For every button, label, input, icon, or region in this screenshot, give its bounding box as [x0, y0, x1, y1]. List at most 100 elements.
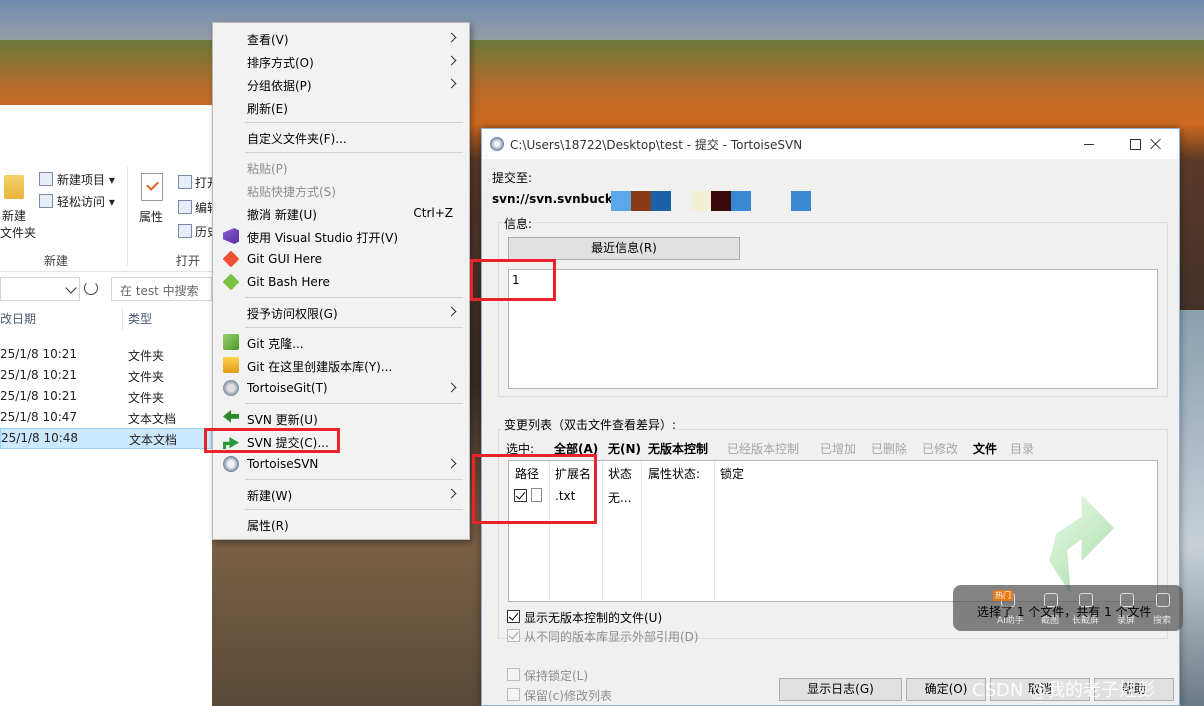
- menu-item-svn-update[interactable]: SVN 更新(U): [215, 407, 467, 429]
- menu-separator: [245, 479, 463, 480]
- column-divider[interactable]: [122, 308, 123, 330]
- open-icon: [178, 175, 192, 189]
- tortoisesvn-icon: [490, 137, 504, 151]
- properties-check-icon: [141, 173, 163, 201]
- address-bar[interactable]: [0, 277, 80, 301]
- column-divider[interactable]: [641, 461, 642, 601]
- show-externals-label: 从不同的版本库显示外部引用(D): [524, 630, 699, 644]
- menu-item-new[interactable]: 新建(W): [215, 483, 467, 505]
- minimize-button[interactable]: [1066, 129, 1112, 159]
- context-menu: 查看(V) 排序方式(O) 分组依据(P) 刷新(E) 自定义文件夹(F)...…: [212, 22, 470, 540]
- chevron-right-icon: [446, 32, 457, 43]
- visual-studio-icon: [223, 228, 239, 244]
- table-row[interactable]: 25/1/8 10:21 文件夹: [0, 344, 212, 365]
- redacted-url-block: [791, 191, 811, 211]
- filter-deleted[interactable]: 已删除: [871, 440, 907, 457]
- menu-item-sort[interactable]: 排序方式(O): [215, 50, 467, 72]
- new-folder-button[interactable]: 新建: [2, 207, 26, 224]
- column-property-status[interactable]: 属性状态:: [648, 465, 700, 482]
- filter-versioned[interactable]: 已经版本控制: [727, 440, 799, 457]
- show-externals-checkbox: [507, 629, 520, 642]
- column-divider[interactable]: [714, 461, 715, 601]
- keep-changelists-label: 保留(c)修改列表: [524, 689, 612, 703]
- filter-unversioned[interactable]: 无版本控制: [648, 440, 708, 457]
- filter-modified[interactable]: 已修改: [922, 440, 958, 457]
- svn-update-icon: [223, 410, 239, 423]
- menu-item-git-bash[interactable]: Git Bash Here: [215, 271, 467, 293]
- file-status: 无...: [608, 491, 632, 505]
- highlight-file-box: [472, 454, 597, 524]
- chevron-right-icon: [446, 306, 457, 317]
- easy-access-button[interactable]: 轻松访问 ▾: [57, 193, 115, 210]
- column-divider[interactable]: [602, 461, 603, 601]
- close-button[interactable]: [1133, 129, 1179, 159]
- column-status[interactable]: 状态: [608, 465, 632, 482]
- show-unversioned-label[interactable]: 显示无版本控制的文件(U): [524, 609, 662, 626]
- table-row-selected[interactable]: 25/1/8 10:48 文本文档: [0, 428, 212, 449]
- git-create-repo-icon: [223, 357, 239, 373]
- keep-locks-label: 保持锁定(L): [524, 669, 589, 683]
- chevron-right-icon: [446, 488, 457, 499]
- filter-files[interactable]: 文件: [973, 440, 997, 457]
- chevron-right-icon: [446, 78, 457, 89]
- search-icon[interactable]: [1156, 593, 1170, 607]
- table-row[interactable]: 25/1/8 10:21 文件夹: [0, 386, 212, 407]
- refresh-icon[interactable]: [84, 281, 98, 295]
- git-bash-icon: [222, 273, 240, 291]
- column-lock[interactable]: 锁定: [720, 465, 744, 482]
- commit-message-textarea[interactable]: 1: [508, 269, 1158, 389]
- new-item-button[interactable]: 新建项目 ▾: [57, 171, 115, 188]
- menu-item-tortoisesvn[interactable]: TortoiseSVN: [215, 453, 467, 475]
- menu-item-paste: 粘贴(P): [247, 162, 288, 176]
- new-folder-button-line2[interactable]: 文件夹: [0, 224, 36, 241]
- menu-item-properties[interactable]: 属性(R): [215, 513, 467, 535]
- message-label: 信息:: [502, 215, 535, 232]
- menu-item-git-gui[interactable]: Git GUI Here: [215, 248, 467, 270]
- show-unversioned-checkbox[interactable]: [507, 610, 520, 623]
- chevron-right-icon: [446, 55, 457, 66]
- menu-item-view[interactable]: 查看(V): [215, 27, 467, 49]
- table-row[interactable]: 25/1/8 10:21 文件夹: [0, 365, 212, 386]
- properties-button[interactable]: 属性: [139, 208, 163, 225]
- history-icon: [178, 224, 192, 238]
- ribbon-group-new: 新建: [44, 254, 69, 268]
- column-type[interactable]: 类型: [128, 310, 152, 327]
- highlight-message-box: [470, 259, 556, 301]
- menu-item-git-clone[interactable]: Git 克隆...: [215, 331, 467, 353]
- table-row[interactable]: 25/1/8 10:47 文本文档: [0, 407, 212, 428]
- dialog-titlebar[interactable]: C:\Users\18722\Desktop\test - 提交 - Torto…: [482, 129, 1179, 159]
- menu-item-tortoisegit[interactable]: TortoiseGit(T): [215, 377, 467, 399]
- ribbon-divider: [127, 167, 128, 265]
- highlight-svn-commit-box: [204, 428, 340, 453]
- recent-messages-button[interactable]: 最近信息(R): [508, 237, 740, 260]
- menu-item-paste-shortcut: 粘贴快捷方式(S): [247, 185, 336, 199]
- menu-item-customize-folder[interactable]: 自定义文件夹(F)...: [215, 126, 467, 148]
- menu-item-grant-access[interactable]: 授予访问权限(G): [215, 301, 467, 323]
- menu-item-open-visual-studio[interactable]: 使用 Visual Studio 打开(V): [215, 225, 467, 247]
- hot-badge: 热门: [993, 590, 1013, 601]
- filter-directories[interactable]: 目录: [1010, 440, 1034, 457]
- dialog-title: C:\Users\18722\Desktop\test - 提交 - Torto…: [510, 138, 803, 152]
- tool-search[interactable]: 搜索: [1153, 613, 1171, 626]
- git-gui-icon: [222, 250, 240, 268]
- show-log-button[interactable]: 显示日志(G): [779, 678, 902, 701]
- explorer-ribbon: 新建项目 ▾ 轻松访问 ▾ 新建 文件夹 属性 打开 编辑 历史 新建 打开: [0, 105, 219, 272]
- menu-item-undo[interactable]: 撤消 新建(U) Ctrl+Z: [215, 202, 467, 224]
- column-date-modified[interactable]: 改日期: [0, 310, 36, 327]
- commit-to-label: 提交至:: [492, 171, 533, 185]
- tortoisesvn-icon: [223, 456, 239, 472]
- easy-access-icon: [39, 194, 53, 208]
- menu-item-git-create-repo[interactable]: Git 在这里创建版本库(Y)...: [215, 354, 467, 376]
- changes-label: 变更列表（双击文件查看差异）:: [502, 416, 679, 433]
- filter-none[interactable]: 无(N): [608, 440, 641, 457]
- search-input[interactable]: 在 test 中搜索: [111, 277, 212, 301]
- watermark: CSDN @我的老子姓彭: [972, 680, 1156, 701]
- redacted-url-block: [611, 191, 631, 211]
- filter-added[interactable]: 已增加: [820, 440, 856, 457]
- menu-item-refresh[interactable]: 刷新(E): [215, 96, 467, 118]
- menu-separator: [245, 152, 463, 153]
- menu-item-group[interactable]: 分组依据(P): [215, 73, 467, 95]
- chevron-down-icon[interactable]: [65, 282, 77, 294]
- new-item-icon: [39, 172, 53, 186]
- chevron-right-icon: [446, 382, 457, 393]
